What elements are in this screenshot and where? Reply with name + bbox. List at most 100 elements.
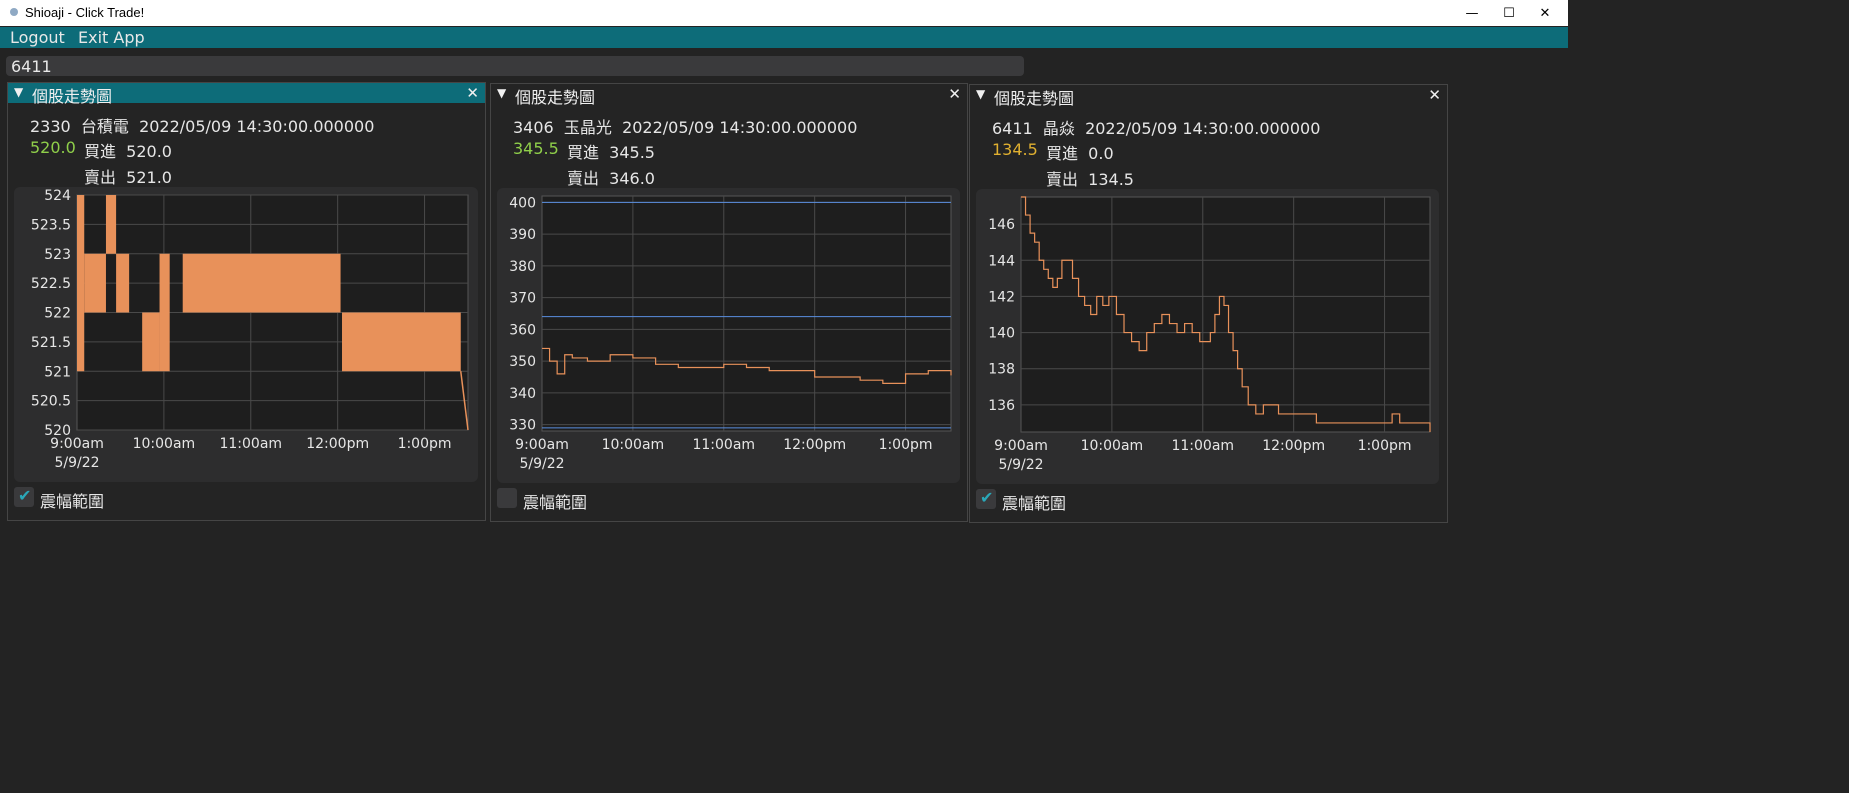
- price-band: [159, 253, 170, 372]
- y-tick-label: 521: [44, 364, 71, 380]
- price-plot[interactable]: 9:00am 10:00am 11:00am 12:00pm 1:00pm 5/9/22 4…: [497, 188, 960, 483]
- window-titlebar: Shioaji - Click Trade! — ☐ ✕: [0, 0, 1568, 26]
- x-date-label: 5/9/22: [998, 457, 1043, 473]
- price-band: [142, 312, 160, 372]
- x-tick-label: 9:00am: [515, 437, 569, 453]
- collapse-triangle-icon[interactable]: ▼: [976, 87, 985, 101]
- range-checkbox-label: 震幅範圍: [1002, 494, 1067, 513]
- stock-chart-panel-2330: ▼ 個股走勢圖 ✕ 2330 台積電 2022/05/09 14:30:00.0…: [7, 82, 486, 521]
- x-tick-label: 9:00am: [994, 438, 1048, 454]
- y-tick-label: 140: [988, 326, 1015, 342]
- price-band: [77, 195, 85, 372]
- price-band: [84, 253, 106, 313]
- plot-area: [1020, 196, 1431, 433]
- x-tick-label: 1:00pm: [1358, 438, 1412, 454]
- close-window-button[interactable]: ✕: [1522, 0, 1568, 26]
- panel-title: 個股走勢圖: [994, 89, 1075, 108]
- last-price: 520.0: [30, 138, 76, 157]
- panel-title: 個股走勢圖: [515, 88, 596, 107]
- menu-bar: Logout Exit App: [0, 27, 1568, 48]
- y-tick-label: 138: [988, 362, 1015, 378]
- price-band: [182, 253, 341, 313]
- x-tick-label: 10:00am: [602, 437, 665, 453]
- y-tick-label: 523.5: [31, 217, 71, 233]
- x-tick-label: 11:00am: [692, 437, 755, 453]
- range-checkbox-label: 震幅範圍: [40, 492, 105, 511]
- price-band: [105, 195, 117, 254]
- x-tick-label: 10:00am: [133, 436, 196, 452]
- collapse-triangle-icon[interactable]: ▼: [497, 86, 506, 100]
- price-plot[interactable]: 9:00am 10:00am 11:00am 12:00pm 1:00pm 5/9/22 5…: [14, 187, 478, 482]
- x-tick-label: 12:00pm: [306, 436, 369, 452]
- y-tick-label: 340: [509, 386, 536, 402]
- window-title: Shioaji - Click Trade!: [25, 5, 145, 20]
- x-tick-label: 12:00pm: [1262, 438, 1325, 454]
- price-band: [342, 312, 461, 372]
- y-tick-label: 520: [44, 423, 71, 439]
- ask-price: 賣出 521.0: [84, 168, 172, 187]
- panel-header[interactable]: ▼ 個股走勢圖 ✕: [970, 85, 1447, 108]
- x-tick-label: 10:00am: [1081, 438, 1144, 454]
- bid-price: 買進 345.5: [567, 143, 655, 162]
- menu-logout[interactable]: Logout: [10, 28, 65, 47]
- quote-header: 3406 玉晶光 2022/05/09 14:30:00.000000: [513, 118, 858, 137]
- y-tick-label: 144: [988, 253, 1015, 269]
- y-tick-label: 370: [509, 291, 536, 307]
- collapse-triangle-icon[interactable]: ▼: [14, 85, 23, 99]
- price-chart-svg[interactable]: 9:00am 10:00am 11:00am 12:00pm 1:00pm 5/9/22 1…: [976, 189, 1439, 484]
- y-tick-label: 520.5: [31, 394, 71, 410]
- menu-exit-app[interactable]: Exit App: [78, 28, 145, 47]
- panel-header[interactable]: ▼ 個股走勢圖 ✕: [491, 84, 967, 107]
- ask-price: 賣出 134.5: [1046, 170, 1134, 189]
- y-tick-label: 523: [44, 247, 71, 263]
- x-date-label: 5/9/22: [54, 455, 99, 471]
- x-tick-label: 12:00pm: [783, 437, 846, 453]
- price-plot[interactable]: 9:00am 10:00am 11:00am 12:00pm 1:00pm 5/9/22 1…: [976, 189, 1439, 484]
- close-icon[interactable]: ✕: [948, 85, 961, 103]
- stock-chart-panel-6411: ▼ 個股走勢圖 ✕ 6411 晶焱 2022/05/09 14:30:00.00…: [969, 84, 1448, 523]
- last-price: 134.5: [992, 140, 1038, 159]
- quote-header: 6411 晶焱 2022/05/09 14:30:00.000000: [992, 119, 1321, 138]
- x-tick-label: 11:00am: [219, 436, 282, 452]
- y-tick-label: 142: [988, 289, 1015, 305]
- y-tick-label: 522.5: [31, 276, 71, 292]
- range-checkbox[interactable]: ✔: [14, 486, 34, 507]
- x-tick-label: 1:00pm: [398, 436, 452, 452]
- ask-price: 賣出 346.0: [567, 169, 655, 188]
- range-checkbox[interactable]: [497, 488, 517, 508]
- y-tick-label: 380: [509, 259, 536, 275]
- x-date-label: 5/9/22: [519, 456, 564, 472]
- price-chart-svg[interactable]: 9:00am 10:00am 11:00am 12:00pm 1:00pm5/9/225…: [14, 187, 478, 482]
- y-tick-label: 136: [988, 398, 1015, 414]
- y-tick-label: 146: [988, 217, 1015, 233]
- checkmark-icon: ✔: [18, 486, 32, 505]
- checkmark-icon: ✔: [980, 488, 994, 507]
- close-icon[interactable]: ✕: [466, 84, 479, 102]
- symbol-search-box: [6, 56, 1024, 76]
- bid-price: 買進 520.0: [84, 142, 172, 161]
- y-tick-label: 360: [509, 322, 536, 338]
- x-tick-label: 11:00am: [1171, 438, 1234, 454]
- bid-price: 買進 0.0: [1046, 144, 1114, 163]
- plot-area: [541, 195, 952, 432]
- y-tick-label: 521.5: [31, 335, 71, 351]
- y-tick-label: 400: [509, 195, 536, 211]
- quote-header: 2330 台積電 2022/05/09 14:30:00.000000: [30, 117, 375, 136]
- stock-chart-panel-3406: ▼ 個股走勢圖 ✕ 3406 玉晶光 2022/05/09 14:30:00.0…: [490, 83, 968, 522]
- close-icon[interactable]: ✕: [1428, 86, 1441, 104]
- panel-header[interactable]: ▼ 個股走勢圖 ✕: [8, 83, 485, 106]
- price-chart-svg[interactable]: 9:00am 10:00am 11:00am 12:00pm 1:00pm 5/9/22 4…: [497, 188, 960, 483]
- y-tick-label: 350: [509, 354, 536, 370]
- y-tick-label: 522: [44, 306, 71, 322]
- symbol-input[interactable]: [11, 56, 1001, 76]
- app-icon: [10, 8, 18, 16]
- y-tick-label: 524: [44, 188, 71, 204]
- y-tick-label: 330: [509, 418, 536, 434]
- last-price: 345.5: [513, 139, 559, 158]
- price-band: [116, 253, 130, 313]
- x-tick-label: 1:00pm: [879, 437, 933, 453]
- range-checkbox[interactable]: ✔: [976, 488, 996, 509]
- panel-title: 個股走勢圖: [32, 87, 113, 106]
- range-checkbox-label: 震幅範圍: [523, 493, 588, 512]
- y-tick-label: 390: [509, 227, 536, 243]
